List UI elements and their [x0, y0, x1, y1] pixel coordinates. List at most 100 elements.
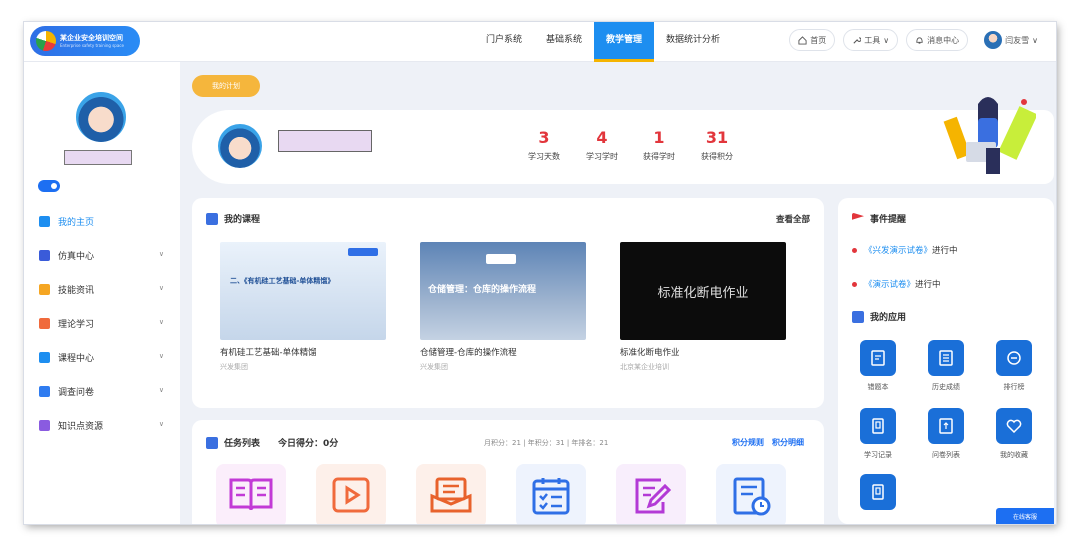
schedule-doc-icon — [733, 477, 771, 516]
task-list-icon — [206, 436, 218, 449]
record-icon — [860, 408, 896, 444]
user-name: 闫友雪 — [1005, 35, 1030, 45]
edit-icon — [635, 478, 671, 514]
course-item[interactable]: 仓储管理：仓库的操作流程 仓储管理-仓库的操作流程 兴发集团 — [420, 242, 588, 372]
nav-portal[interactable]: 门户系统 — [474, 22, 534, 62]
sidebar-item-label: 我的主页 — [58, 217, 95, 228]
top-bar: 某企业安全培训空间 Enterprise safety training spa… — [24, 22, 1056, 62]
sidebar-item-simulation[interactable]: 仿真中心 ∨ — [24, 238, 180, 272]
user-avatar — [984, 31, 1003, 49]
tools-label: 工具 — [864, 35, 881, 45]
home-label: 首页 — [810, 35, 827, 45]
app-label: 问卷列表 — [932, 451, 960, 459]
nav-basic[interactable]: 基础系统 — [534, 22, 594, 62]
messages-label: 消息中心 — [927, 35, 960, 45]
user-menu[interactable]: 闫友雪 ∨ — [976, 29, 1046, 51]
chevron-down-icon: ∨ — [1032, 35, 1038, 45]
tools-dropdown[interactable]: 工具 ∨ — [843, 29, 899, 51]
sidebar-item-label: 仿真中心 — [58, 251, 95, 262]
stat-study-days: 3 学习天数 — [517, 128, 571, 162]
task-edit[interactable] — [616, 464, 686, 524]
survey-icon — [39, 385, 50, 397]
stat-value: 4 — [596, 128, 608, 147]
apps-icon — [852, 310, 864, 323]
chevron-down-icon: ∨ — [158, 420, 164, 428]
stat-label: 获得积分 — [701, 152, 733, 161]
points-details-link[interactable]: 积分明细 — [772, 437, 804, 448]
questionnaire-icon — [928, 408, 964, 444]
event-status: 进行中 — [932, 246, 958, 256]
event-item[interactable]: 《兴发演示试卷》 进行中 — [852, 244, 958, 256]
task-message[interactable] — [416, 464, 486, 524]
task-video[interactable] — [316, 464, 386, 524]
app-ranking[interactable]: 排行榜 — [988, 340, 1040, 392]
today-score: 今日得分：0分 — [278, 439, 339, 449]
event-name[interactable]: 《兴发演示试卷》 — [864, 244, 932, 256]
my-plan-button[interactable]: 我的计划 — [192, 75, 260, 97]
online-service-button[interactable]: 在线客服 — [996, 508, 1054, 524]
app-history-scores[interactable]: 历史成绩 — [920, 340, 972, 392]
sidebar-item-home[interactable]: 我的主页 — [24, 204, 180, 238]
apps-title: 我的应用 — [870, 313, 907, 323]
app-wrong-questions[interactable]: 错题本 — [852, 340, 904, 392]
mail-icon — [430, 477, 472, 513]
event-item[interactable]: 《演示试卷》 进行中 — [852, 278, 941, 290]
app-favorites[interactable]: 我的收藏 — [988, 408, 1040, 460]
app-questionnaires[interactable]: 问卷列表 — [920, 408, 972, 460]
chevron-down-icon: ∨ — [883, 35, 890, 45]
notebook-icon — [860, 340, 896, 376]
task-reading[interactable] — [216, 464, 286, 524]
course-thumbnail: 仓储管理：仓库的操作流程 — [420, 242, 586, 340]
view-all-link[interactable]: 查看全部 — [776, 213, 810, 225]
tasks-title: 任务列表 — [224, 439, 261, 449]
home-button[interactable]: 首页 — [789, 29, 836, 51]
course-item[interactable]: 标准化断电作业 标准化断电作业 北京某企业培训 — [620, 242, 788, 372]
thumb-text: 标准化断电作业 — [657, 285, 749, 301]
sidebar-item-theory[interactable]: 理论学习 ∨ — [24, 306, 180, 340]
checklist-icon — [532, 478, 570, 515]
event-name[interactable]: 《演示试卷》 — [864, 278, 915, 290]
app-study-records[interactable]: 学习记录 — [852, 408, 904, 460]
course-title: 有机硅工艺基础-单体精馏 — [220, 348, 317, 358]
logo[interactable]: 某企业安全培训空间 Enterprise safety training spa… — [30, 26, 140, 56]
flag-icon — [852, 212, 864, 220]
record-icon — [860, 474, 896, 510]
points-rules-link[interactable]: 积分规则 — [732, 437, 764, 448]
course-org: 兴发集团 — [220, 363, 248, 371]
sidebar-item-survey[interactable]: 调查问卷 ∨ — [24, 374, 180, 408]
study-illustration — [943, 97, 1036, 174]
stat-earned-hours: 1 获得学时 — [632, 128, 686, 162]
points-summary: 月积分：21 | 年积分：31 | 年排名：21 — [484, 439, 609, 447]
logo-subtitle: Enterprise safety training space — [60, 42, 124, 48]
course-item[interactable]: 二、《有机硅工艺基础-单体精馏》 有机硅工艺基础-单体精馏 兴发集团 — [220, 242, 388, 372]
course-org: 北京某企业培训 — [620, 363, 669, 371]
events-header: 事件提醒 — [852, 212, 906, 225]
sidebar-menu: 我的主页 仿真中心 ∨ 技能资讯 ∨ 理论学习 ∨ 课程中心 ∨ 调查问卷 ∨ … — [24, 204, 180, 442]
nav-statistics[interactable]: 数据统计分析 — [654, 22, 732, 62]
task-schedule[interactable] — [716, 464, 786, 524]
stat-label: 学习学时 — [586, 152, 618, 161]
sidebar-item-courses[interactable]: 课程中心 ∨ — [24, 340, 180, 374]
sidebar-item-news[interactable]: 技能资讯 ∨ — [24, 272, 180, 306]
messages-button[interactable]: 消息中心 — [906, 29, 969, 51]
courses-icon — [206, 212, 218, 225]
sidebar-toggle[interactable] — [38, 180, 60, 192]
profile-avatar[interactable] — [74, 90, 128, 144]
nav-teaching[interactable]: 教学管理 — [594, 22, 655, 62]
events-apps-card: 事件提醒 《兴发演示试卷》 进行中 《演示试卷》 进行中 我的应用 错题本 历史… — [838, 198, 1054, 524]
stat-value: 31 — [705, 128, 729, 147]
main-nav: 门户系统 基础系统 教学管理 数据统计分析 — [474, 22, 732, 62]
sidebar-item-knowledge[interactable]: 知识点资源 ∨ — [24, 408, 180, 442]
report-icon — [928, 340, 964, 376]
stat-value: 3 — [538, 128, 550, 147]
task-checklist[interactable] — [516, 464, 586, 524]
wrench-icon — [853, 36, 862, 44]
news-icon — [39, 283, 50, 295]
app-label: 我的收藏 — [1000, 451, 1028, 459]
course-icon — [39, 351, 50, 363]
stat-label: 获得学时 — [643, 152, 675, 161]
thumb-text: 二、《有机硅工艺基础-单体精馏》 — [230, 277, 335, 285]
app-extra[interactable] — [852, 474, 904, 516]
chevron-down-icon: ∨ — [158, 250, 164, 258]
sidebar-item-label: 技能资讯 — [58, 285, 95, 296]
